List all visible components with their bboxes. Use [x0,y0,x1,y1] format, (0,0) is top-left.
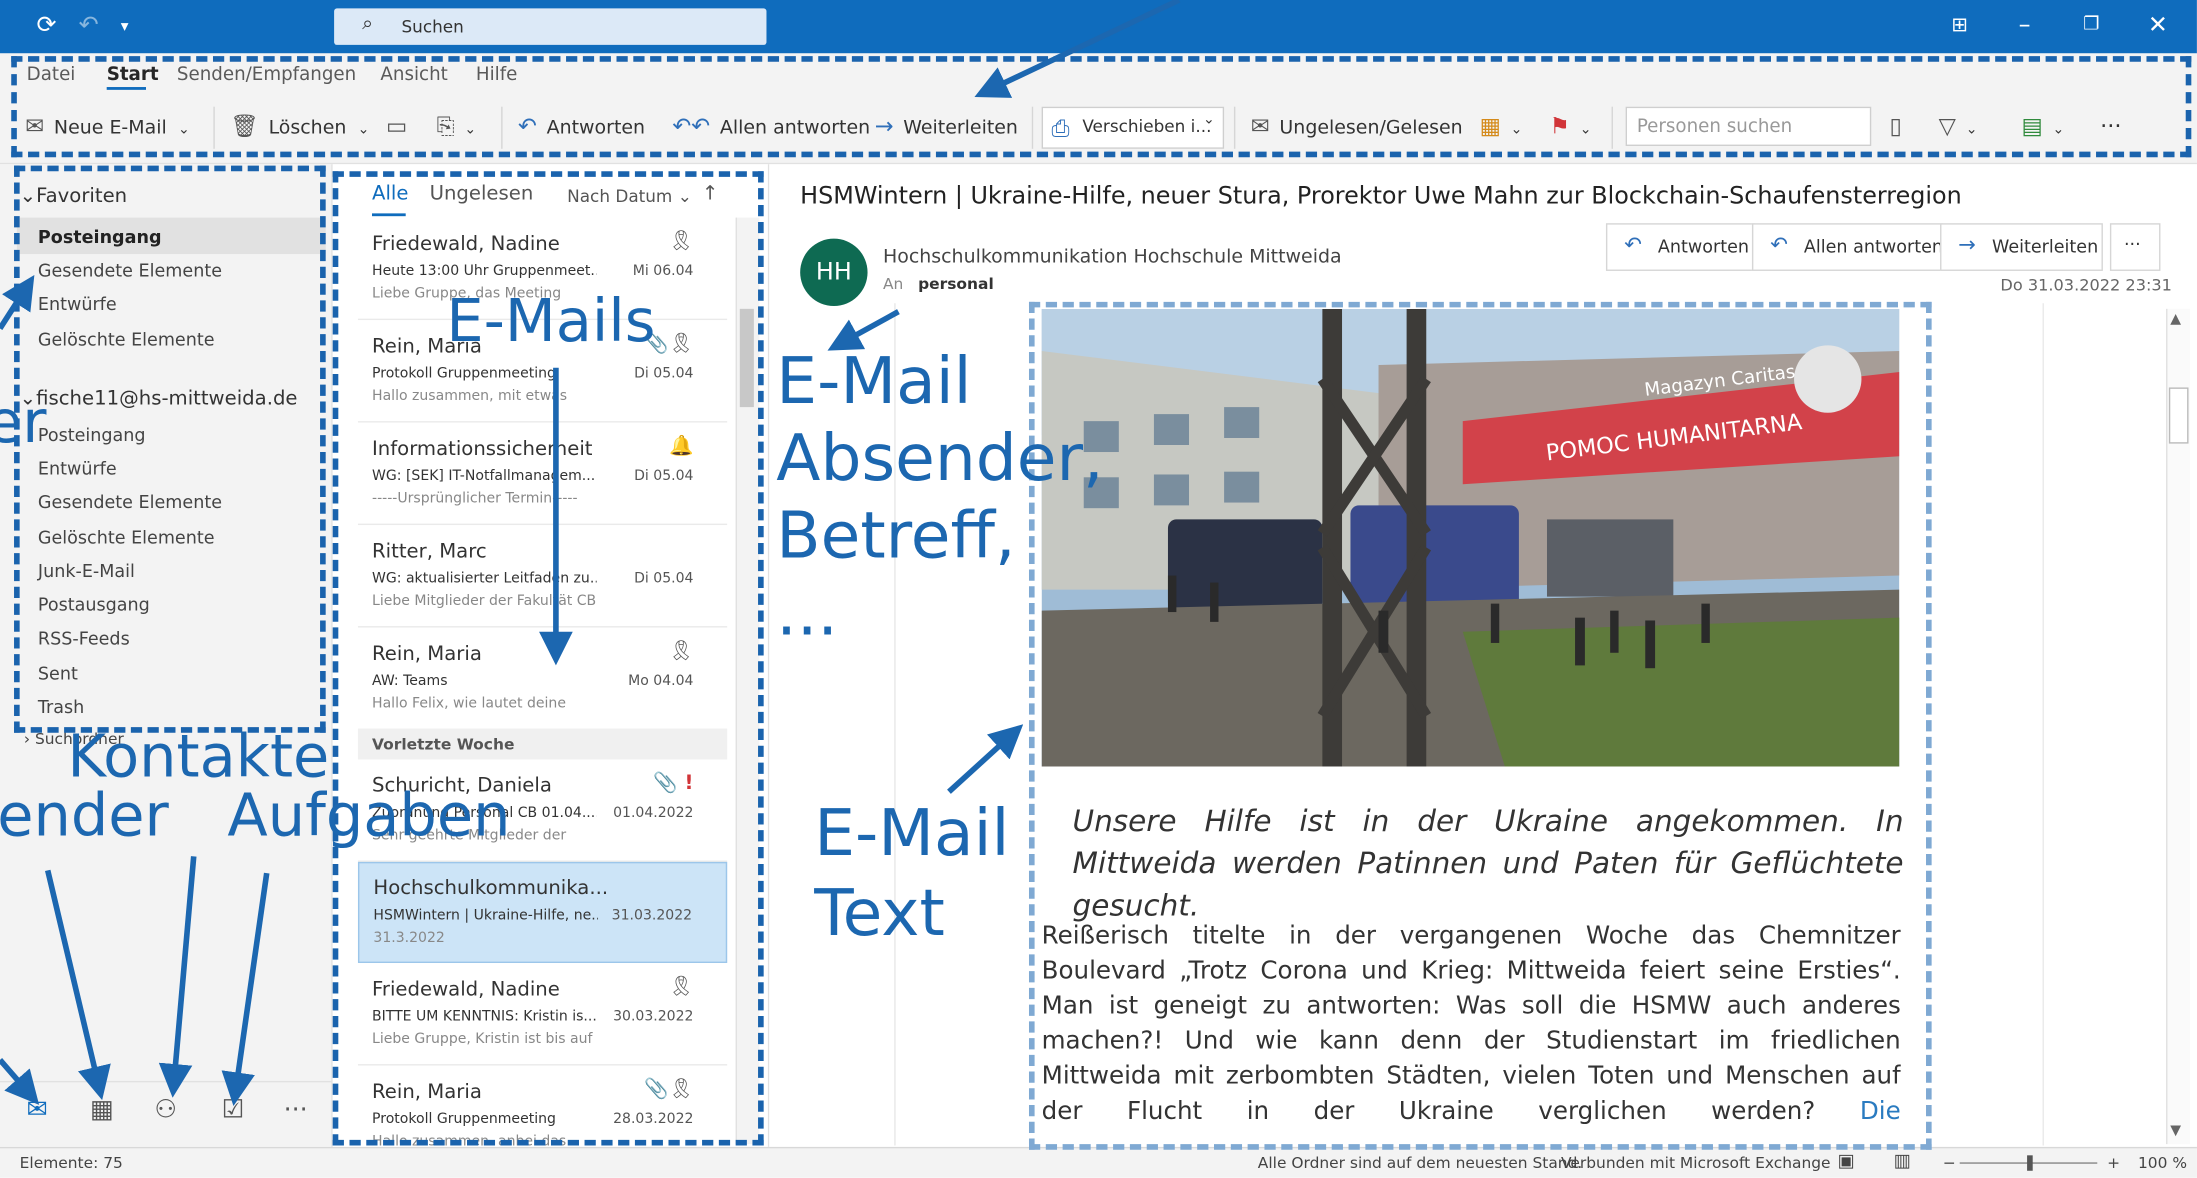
arrow-calendar [44,869,111,1101]
arrow-tasks [221,872,270,1107]
arrow-sender [827,309,900,351]
arrow-mail-text [947,724,1024,794]
arrow-mail [0,1058,40,1105]
annotation-arrows [0,0,1181,1107]
arrow-ribbon [974,0,1181,98]
arrow-contacts [158,856,197,1098]
arrow-folders [0,275,35,331]
